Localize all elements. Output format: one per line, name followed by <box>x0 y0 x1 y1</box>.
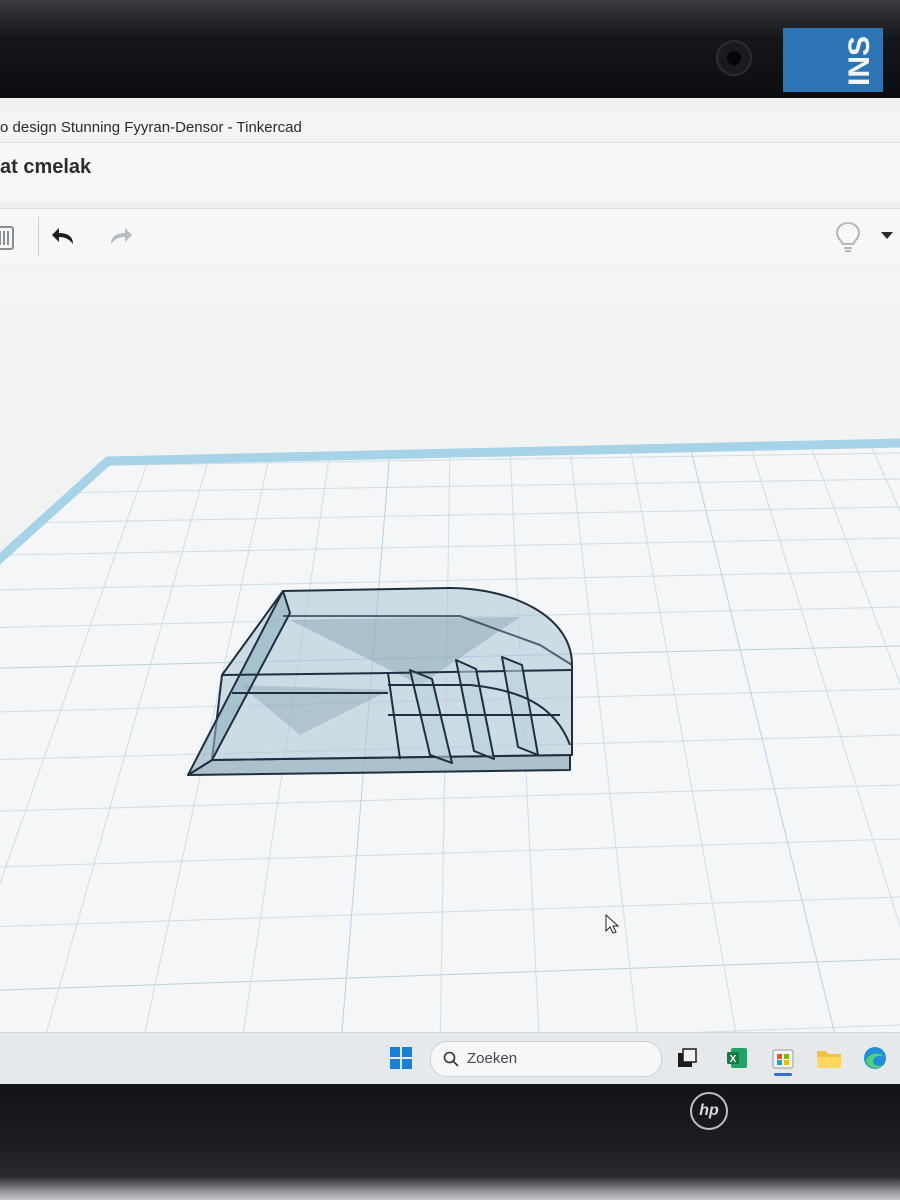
webcam <box>716 40 752 76</box>
workplane-canvas[interactable] <box>0 265 900 1055</box>
edge-icon[interactable] <box>860 1043 890 1073</box>
windows-start-icon[interactable] <box>386 1043 416 1073</box>
project-bar: at cmelak <box>0 143 900 201</box>
excel-icon[interactable]: X <box>722 1043 752 1073</box>
store-icon[interactable] <box>768 1043 798 1076</box>
task-view-icon[interactable] <box>672 1043 702 1073</box>
sticker-text: INS <box>843 36 876 87</box>
screen: o design Stunning Fyyran-Densor - Tinker… <box>0 98 900 1084</box>
search-placeholder: Zoeken <box>467 1050 518 1067</box>
file-explorer-icon[interactable] <box>814 1043 844 1073</box>
window-titlebar: o design Stunning Fyyran-Densor - Tinker… <box>0 112 900 143</box>
undo-icon[interactable] <box>46 219 82 255</box>
taskbar-search[interactable]: Zoeken <box>430 1041 662 1077</box>
taskbar: Zoeken X <box>0 1032 900 1084</box>
sticker: INS <box>783 28 883 92</box>
workplane-viewport[interactable] <box>0 265 900 1055</box>
redo-icon[interactable] <box>102 219 138 255</box>
laptop-top-bezel: INS <box>0 0 900 98</box>
svg-text:X: X <box>730 1054 737 1065</box>
search-icon <box>443 1051 459 1067</box>
project-name[interactable]: at cmelak <box>0 156 91 179</box>
window-title: o design Stunning Fyyran-Densor - Tinker… <box>0 119 302 136</box>
hp-logo: hp <box>690 1092 728 1130</box>
lightbulb-icon[interactable] <box>830 219 866 255</box>
laptop-bottom-bezel: hp <box>0 1084 900 1200</box>
toolbar-separator <box>38 217 39 257</box>
trash-icon[interactable] <box>0 219 22 255</box>
dropdown-icon[interactable] <box>880 227 894 245</box>
edit-toolbar <box>0 208 900 266</box>
